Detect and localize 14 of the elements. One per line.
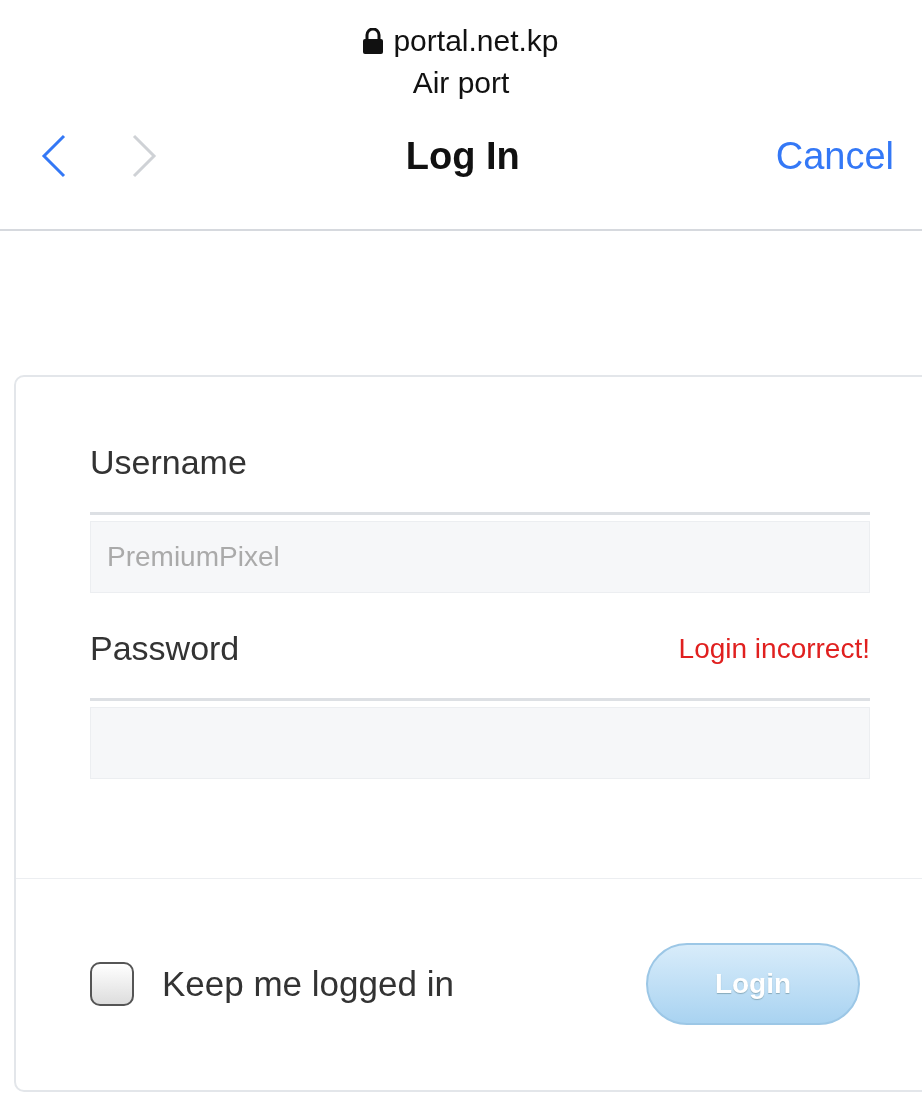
checkbox[interactable] — [90, 962, 134, 1006]
page-title: Log In — [404, 134, 521, 178]
cancel-button[interactable]: Cancel — [775, 134, 894, 178]
checkbox-label: Keep me logged in — [162, 964, 455, 1004]
url-text: portal.net.kp — [393, 24, 559, 58]
field-label: Password — [90, 629, 240, 668]
input-field[interactable]: PremiumPixel — [90, 521, 870, 593]
back-chevron-icon — [40, 134, 68, 178]
back-button[interactable] — [40, 134, 68, 178]
forward-chevron-icon — [130, 134, 158, 178]
error-message: Login incorrect! — [678, 632, 870, 665]
lock-icon — [363, 28, 384, 54]
field-label: Username — [90, 443, 247, 482]
page-subtitle: Air port — [412, 66, 510, 100]
